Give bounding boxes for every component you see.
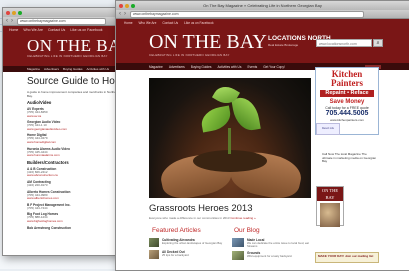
- featured-heading: Featured Articles: [152, 227, 201, 234]
- hero-image-hands-seedling[interactable]: [149, 78, 311, 198]
- locations-sub: Real Estate Brokerage: [268, 43, 299, 47]
- blog-desc: We can dedicate the entire issue to loca…: [247, 241, 309, 249]
- ad-line: Repaint • Reface: [320, 90, 374, 97]
- nav-item[interactable]: Buying Guides: [191, 65, 212, 69]
- site-logo[interactable]: ON THE BAY: [149, 31, 267, 54]
- address-bar[interactable]: www.onthebaymagazine.com: [17, 17, 106, 25]
- nav-item[interactable]: Advertisers: [44, 67, 59, 71]
- nav-item[interactable]: Get Your Copy!: [263, 65, 285, 69]
- blog-thumbnail[interactable]: [232, 251, 244, 261]
- site-tagline: CELEBRATING LIFE IN NORTHERN GEORGIAN BA…: [149, 53, 230, 57]
- zoom-button[interactable]: [18, 10, 22, 15]
- seedling-stem: [228, 128, 231, 154]
- menu-contact[interactable]: Contact Us: [48, 28, 65, 32]
- blog-heading: Our Blog: [234, 227, 260, 234]
- featured-list: Cultivating Alexandra Exploring the urban…: [149, 238, 241, 262]
- address-bar[interactable]: www.onthebaymagazine.com: [130, 10, 364, 18]
- article-desc: 25 tips for a backyard: [162, 253, 189, 257]
- menu-contact[interactable]: Contact Us: [162, 21, 178, 25]
- list-item[interactable]: Made Local We can dedicate the entire iss…: [232, 238, 312, 248]
- nav-item[interactable]: Events: [247, 65, 257, 69]
- front-browser-window[interactable]: On The Bay Magazine » Celebrating Life i…: [115, 0, 409, 271]
- list-item[interactable]: All Decked Out 25 tips for a backyard: [149, 250, 241, 259]
- magazine-cover[interactable]: ON THE BAY: [316, 186, 344, 227]
- ad-phone: 705.444.5005: [325, 110, 369, 117]
- article-thumbnail[interactable]: [149, 238, 159, 247]
- menu-home[interactable]: Home: [9, 28, 18, 32]
- back-arrow-icon[interactable]: ‹: [119, 11, 121, 17]
- nav-item[interactable]: Activities with Us: [87, 67, 110, 71]
- menu-who[interactable]: Who We Are: [139, 21, 157, 25]
- hero-sub-text: Everyone who made a difference in our co…: [149, 216, 230, 220]
- ad-web: www.kitchenpainters.com: [330, 118, 364, 122]
- article-thumbnail[interactable]: [149, 250, 159, 259]
- nav-item[interactable]: Advertisers: [169, 65, 185, 69]
- blog-thumbnail[interactable]: [232, 238, 244, 247]
- window-title: On The Bay Magazine » Celebrating Life i…: [203, 3, 322, 8]
- leaf: [231, 95, 261, 133]
- titlebar: On The Bay Magazine » Celebrating Life i…: [116, 1, 409, 10]
- sidebar-text: Call Now The local Magazine The ultimate…: [322, 152, 377, 164]
- search-input[interactable]: www.locationsnorth.com: [316, 39, 372, 47]
- mailing-list-banner[interactable]: MAKE YOUR DAY! Join our mailing list: [315, 252, 379, 263]
- resort-life-badge[interactable]: Resort Life: [316, 123, 340, 135]
- blog-list: Made Local We can dedicate the entire iss…: [232, 238, 312, 263]
- continue-reading-link[interactable]: Continue reading »: [230, 216, 255, 220]
- nav-item[interactable]: Magazine: [149, 65, 163, 69]
- back-arrow-icon[interactable]: ‹: [6, 18, 8, 24]
- blog-desc: Wild equipment for a tasty backyard.: [247, 254, 293, 259]
- nav-item[interactable]: Buying Guides: [63, 67, 83, 71]
- menu-facebook[interactable]: Like us on Facebook: [70, 28, 102, 32]
- forward-arrow-icon[interactable]: ›: [11, 18, 13, 24]
- list-item[interactable]: Cultivating Alexandra Exploring the urban…: [149, 238, 241, 247]
- site-header: Home Who We Are Contact Us Like us on Fa…: [116, 19, 409, 63]
- close-button[interactable]: [6, 10, 10, 15]
- minimize-button[interactable]: [12, 10, 16, 15]
- forward-arrow-icon[interactable]: ›: [124, 11, 126, 17]
- list-item[interactable]: Grounds Wild equipment for a tasty backya…: [232, 251, 312, 261]
- article-desc: Exploring the urban landscapes of Georgi…: [162, 241, 223, 245]
- magazine-logo: ON THE BAY: [317, 187, 343, 201]
- magazine-cover-image: [320, 203, 340, 227]
- nav-item[interactable]: Activities with Us: [218, 65, 242, 69]
- ad-line: Save Money: [329, 99, 365, 105]
- hero-subtitle: Everyone who made a difference in our co…: [149, 216, 256, 220]
- nav-item[interactable]: Magazine: [27, 67, 40, 71]
- hero-title[interactable]: Grassroots Heroes 2013: [149, 203, 253, 214]
- search-icon[interactable]: ⌕: [373, 39, 383, 47]
- menu-facebook[interactable]: Like us on Facebook: [184, 21, 213, 25]
- site-tagline: CELEBRATING LIFE IN NORTHERN GEORGIAN BA…: [27, 54, 108, 58]
- menu-home[interactable]: Home: [124, 21, 133, 25]
- menu-who[interactable]: Who We Are: [23, 28, 43, 32]
- ad-title: Kitchen Painters: [331, 69, 363, 88]
- browser-toolbar: ‹ › www.onthebaymagazine.com: [116, 10, 409, 19]
